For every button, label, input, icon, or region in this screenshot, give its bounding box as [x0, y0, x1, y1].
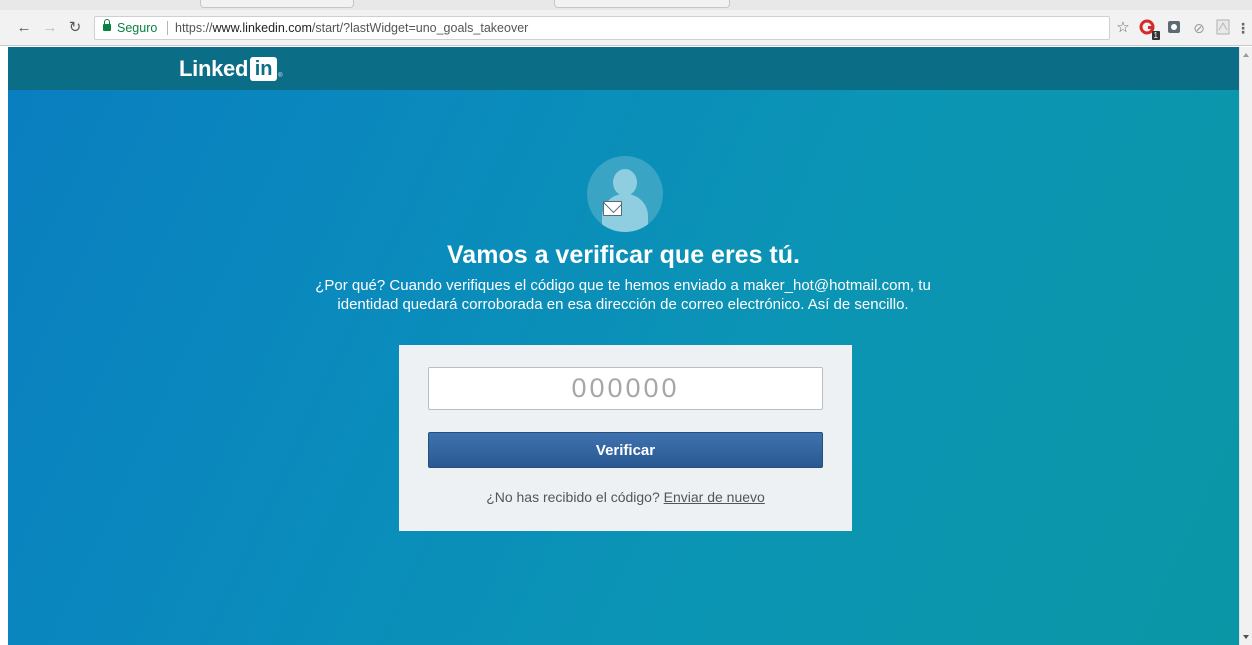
browser-tab[interactable]	[200, 0, 354, 8]
browser-tab[interactable]	[554, 0, 730, 8]
bookmark-star-icon[interactable]: ☆	[1114, 19, 1132, 37]
secure-label: Seguro	[117, 21, 158, 35]
logo-registered-mark: ®	[278, 73, 283, 79]
vertical-scrollbar[interactable]	[1239, 47, 1252, 645]
shield-extension-glyph	[1168, 21, 1180, 33]
blocked-extension-icon[interactable]: ⊘	[1190, 19, 1208, 37]
url-host: www.linkedin.com	[212, 21, 312, 35]
linkedin-logo[interactable]: Linked in ®	[179, 55, 283, 83]
address-bar[interactable]: Seguro https://www.linkedin.com/start/?l…	[94, 16, 1110, 40]
page-viewport: Linked in ® Vamos a verificar que eres t…	[8, 47, 1239, 645]
linkedin-header: Linked in ®	[8, 47, 1239, 90]
pdf-extension-glyph	[1216, 19, 1230, 35]
browser-tabstrip	[0, 0, 1252, 10]
avatar-icon	[587, 156, 663, 232]
description-line-1: ¿Por qué? Cuando verifiques el código qu…	[315, 277, 931, 294]
scroll-down-arrow-icon[interactable]	[1243, 635, 1249, 639]
extension-red-icon[interactable]: 1	[1139, 19, 1160, 40]
page-title: Vamos a verificar que eres tú.	[447, 241, 800, 269]
scroll-up-arrow-icon[interactable]	[1243, 53, 1249, 57]
page-description: ¿Por qué? Cuando verifiques el código qu…	[273, 276, 973, 314]
forward-arrow-icon[interactable]: →	[40, 18, 60, 38]
resend-row: ¿No has recibido el código? Enviar de nu…	[399, 489, 852, 505]
verification-card: Verificar ¿No has recibido el código? En…	[399, 345, 852, 531]
verify-button[interactable]: Verificar	[428, 432, 823, 468]
url-scheme: https://	[175, 21, 213, 35]
description-line-2: identidad quedará corroborada en esa dir…	[337, 296, 909, 313]
url-path: /start/?lastWidget=uno_goals_takeover	[311, 21, 529, 35]
logo-in-box: in	[250, 57, 278, 81]
address-divider	[167, 21, 168, 35]
extension-badge: 1	[1151, 31, 1160, 40]
reload-icon[interactable]: ↻	[65, 18, 85, 38]
menu-kebab-icon[interactable]: ⋮	[1234, 19, 1252, 37]
resend-prompt: ¿No has recibido el código?	[486, 489, 660, 505]
verification-code-input[interactable]	[428, 367, 823, 410]
logo-word: Linked	[179, 56, 249, 81]
pdf-extension-icon[interactable]	[1214, 19, 1232, 37]
resend-link[interactable]: Enviar de nuevo	[664, 489, 765, 505]
envelope-icon	[603, 201, 622, 216]
lock-icon	[103, 19, 111, 32]
back-arrow-icon[interactable]: ←	[14, 18, 34, 38]
url-text[interactable]: https://www.linkedin.com/start/?lastWidg…	[175, 17, 528, 39]
browser-toolbar: ← → ↻ Seguro https://www.linkedin.com/st…	[0, 10, 1252, 46]
shield-extension-icon[interactable]	[1165, 19, 1183, 37]
